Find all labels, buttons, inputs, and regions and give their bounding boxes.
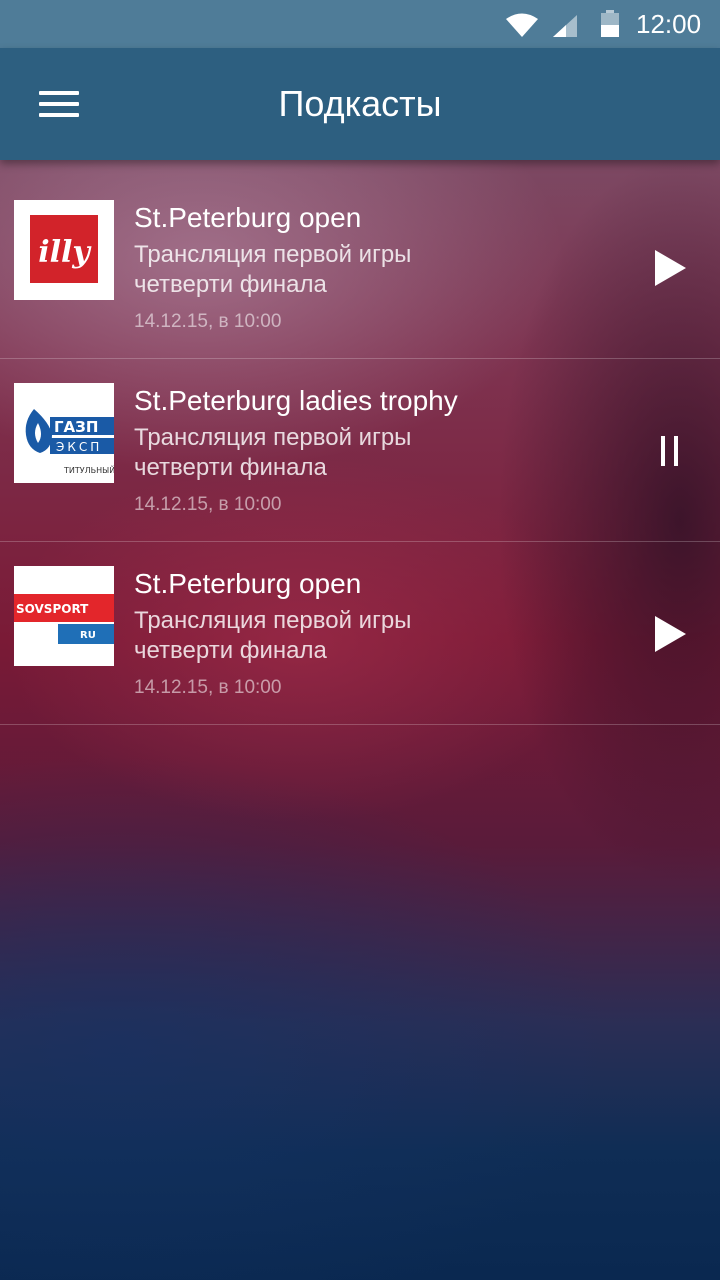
podcast-date: 14.12.15, в 10:00	[134, 311, 282, 332]
podcast-date: 14.12.15, в 10:00	[134, 677, 282, 698]
svg-text:RU: RU	[80, 630, 96, 641]
podcast-description: Трансляция первой игры четверти финала	[134, 606, 554, 666]
illy-logo-graphic: illy	[14, 200, 114, 300]
svg-text:SOVSPORT: SOVSPORT	[16, 602, 89, 616]
podcast-description-line: четверти финала	[134, 454, 327, 481]
svg-text:ТИТУЛЬНЫЙ: ТИТУЛЬНЫЙ	[63, 464, 114, 475]
illy-logo: illy	[14, 200, 114, 300]
svg-text:ГАЗП: ГАЗП	[54, 418, 98, 436]
wifi-icon	[506, 13, 538, 37]
gazprom-export-logo-graphic: ГАЗП ЭКСП ТИТУЛЬНЫЙ	[14, 383, 114, 483]
svg-text:ЭКСП: ЭКСП	[56, 440, 102, 454]
podcast-title: St.Peterburg open	[134, 202, 362, 233]
podcast-date: 14.12.15, в 10:00	[134, 494, 282, 515]
battery-icon	[601, 10, 619, 37]
play-icon[interactable]	[648, 246, 692, 290]
podcast-description-line: Трансляция первой игры	[134, 607, 412, 634]
status-time: 12:00	[636, 9, 702, 39]
podcast-description-line: Трансляция первой игры	[134, 424, 412, 451]
hamburger-menu-icon[interactable]	[28, 76, 90, 132]
play-icon[interactable]	[648, 612, 692, 656]
sovsport-logo-graphic: SOVSPORT RU	[14, 566, 114, 666]
podcast-description: Трансляция первой игры четверти финала	[134, 423, 554, 483]
podcast-item[interactable]: SOVSPORT RU St.Peterburg open Трансляция…	[0, 542, 720, 725]
svg-text:illy: illy	[38, 235, 92, 270]
podcast-description-line: Трансляция первой игры	[134, 241, 412, 268]
podcast-title: St.Peterburg open	[134, 568, 362, 599]
status-bar: 12:00	[0, 0, 720, 48]
podcast-title: St.Peterburg ladies trophy	[134, 385, 458, 416]
app-bar: Подкасты	[0, 48, 720, 160]
gazprom-export-logo: ГАЗП ЭКСП ТИТУЛЬНЫЙ	[14, 383, 114, 483]
podcast-item[interactable]: ГАЗП ЭКСП ТИТУЛЬНЫЙ St.Peterburg ladies …	[0, 359, 720, 542]
signal-icon	[553, 15, 577, 37]
podcast-description-line: четверти финала	[134, 637, 327, 664]
podcast-item[interactable]: illy St.Peterburg open Трансляция первой…	[0, 176, 720, 359]
pause-icon[interactable]	[648, 429, 692, 473]
podcast-description: Трансляция первой игры четверти финала	[134, 240, 554, 300]
podcast-description-line: четверти финала	[134, 271, 327, 298]
page-title: Подкасты	[278, 83, 442, 124]
sovsport-logo: SOVSPORT RU	[14, 566, 114, 666]
podcast-list: illy St.Peterburg open Трансляция первой…	[0, 176, 720, 725]
